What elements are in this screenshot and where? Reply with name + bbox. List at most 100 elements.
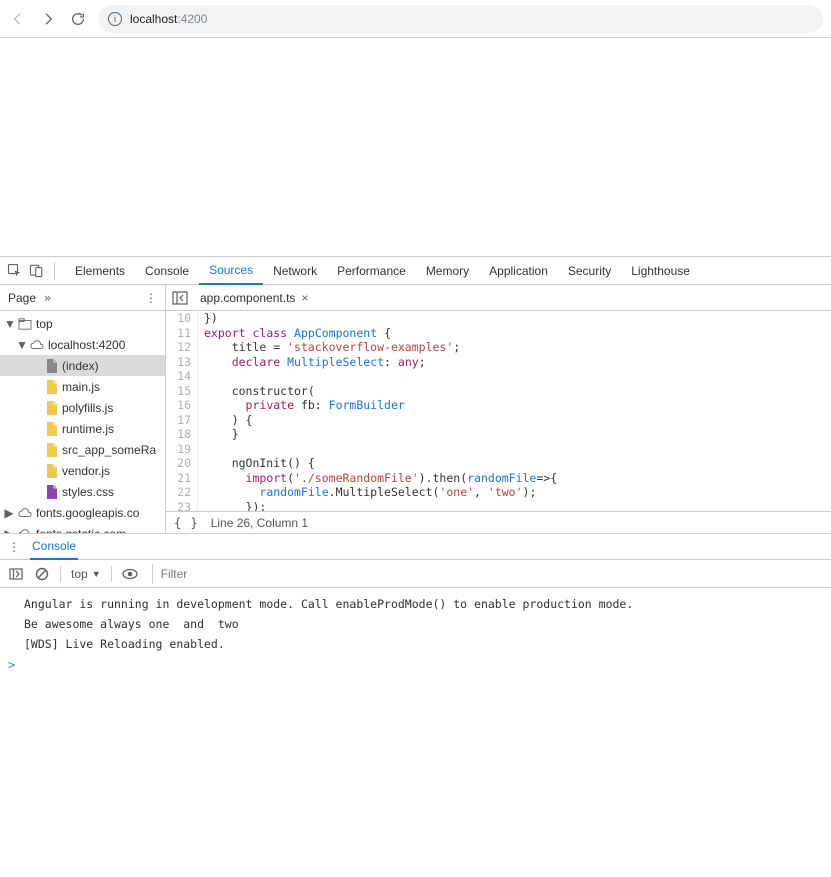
code-line[interactable]: }); [204, 500, 831, 512]
console-message: [WDS] Live Reloading enabled. [24, 634, 823, 654]
tree-file[interactable]: (index) [0, 355, 165, 376]
devtools-tab-security[interactable]: Security [558, 257, 621, 285]
code-line[interactable] [204, 369, 831, 384]
pretty-print-icon[interactable]: { } [174, 516, 199, 530]
editor-tabbar: app.component.ts × [166, 285, 831, 311]
tree-file[interactable]: vendor.js [0, 460, 165, 481]
console-toolbar: top ▼ [0, 560, 831, 588]
devtools-tab-sources[interactable]: Sources [199, 257, 263, 285]
tree-origin-collapsed[interactable]: ▶fonts.gstatic.com [0, 523, 165, 533]
page-content-blank [0, 38, 831, 256]
tree-origin-label: fonts.googleapis.co [36, 506, 139, 520]
editor-filename: app.component.ts [200, 291, 295, 305]
code-line[interactable]: title = 'stackoverflow-examples'; [204, 340, 831, 355]
sources-body: Page » ⋮ ▼ top ▼ localhost:4200 (index) m… [0, 285, 831, 533]
console-filter-input[interactable] [152, 564, 823, 584]
code-line[interactable]: constructor( [204, 384, 831, 399]
site-info-icon[interactable]: i [108, 12, 122, 26]
css-file-icon [46, 485, 58, 499]
tree-file-label: runtime.js [62, 422, 114, 436]
console-message: Be awesome always one and two [24, 614, 823, 634]
js-file-icon [46, 380, 58, 394]
tree-file[interactable]: styles.css [0, 481, 165, 502]
line-gutter: 10111213141516171819202122232425 [166, 311, 198, 511]
code-line[interactable]: private fb: FormBuilder [204, 398, 831, 413]
navigator-overflow[interactable]: » [44, 291, 51, 305]
close-tab-icon[interactable]: × [301, 291, 308, 305]
console-output: Angular is running in development mode. … [0, 588, 831, 656]
tree-origin[interactable]: ▼ localhost:4200 [0, 334, 165, 355]
code-line[interactable]: randomFile.MultipleSelect('one', 'two'); [204, 485, 831, 500]
js-file-icon [46, 422, 58, 436]
code-area[interactable]: })export class AppComponent { title = 's… [198, 311, 831, 511]
devtools-tabs: ElementsConsoleSourcesNetworkPerformance… [65, 257, 700, 285]
devtools-tabbar: ElementsConsoleSourcesNetworkPerformance… [0, 257, 831, 285]
devtools-tab-performance[interactable]: Performance [327, 257, 416, 285]
console-message: Angular is running in development mode. … [24, 594, 823, 614]
code-line[interactable]: import('./someRandomFile').then(randomFi… [204, 471, 831, 486]
devtools-tab-console[interactable]: Console [135, 257, 199, 285]
drawer-tabbar: ⋮ Console [0, 534, 831, 560]
reload-button[interactable] [68, 9, 88, 29]
navigator-tab-label[interactable]: Page [8, 291, 36, 305]
tree-file-label: (index) [62, 359, 99, 373]
forward-button[interactable] [38, 9, 58, 29]
js-file-icon [46, 464, 58, 478]
code-line[interactable]: declare MultipleSelect: any; [204, 355, 831, 370]
address-bar[interactable]: i localhost:4200 [98, 5, 823, 33]
devtools-tab-elements[interactable]: Elements [65, 257, 135, 285]
console-sidebar-toggle-icon[interactable] [8, 566, 24, 582]
cloud-icon [18, 507, 32, 519]
tree-file[interactable]: main.js [0, 376, 165, 397]
tree-origin-label: localhost:4200 [48, 338, 125, 352]
inspect-icon[interactable] [6, 263, 22, 279]
doc-file-icon [46, 359, 58, 373]
back-button[interactable] [8, 9, 28, 29]
devtools-tab-application[interactable]: Application [479, 257, 558, 285]
tree-file[interactable]: src_app_someRa [0, 439, 165, 460]
code-line[interactable] [204, 442, 831, 457]
console-prompt-symbol: > [8, 658, 15, 672]
tree-top[interactable]: ▼ top [0, 313, 165, 334]
sources-navigator: Page » ⋮ ▼ top ▼ localhost:4200 (index) m… [0, 285, 166, 533]
url-port: :4200 [177, 12, 207, 26]
tree-file-label: vendor.js [62, 464, 110, 478]
editor-column: app.component.ts × 101112131415161718192… [166, 285, 831, 533]
console-prompt[interactable]: > [0, 656, 831, 678]
tree-file-label: main.js [62, 380, 100, 394]
devtools-tab-memory[interactable]: Memory [416, 257, 479, 285]
devtools-tab-lighthouse[interactable]: Lighthouse [621, 257, 700, 285]
console-drawer: ⋮ Console top ▼ Angular is running in de… [0, 533, 831, 678]
editor-file-tab[interactable]: app.component.ts × [196, 285, 312, 311]
code-line[interactable]: } [204, 427, 831, 442]
console-context-label: top [71, 567, 88, 581]
code-editor[interactable]: 10111213141516171819202122232425 })expor… [166, 311, 831, 511]
code-line[interactable]: export class AppComponent { [204, 326, 831, 341]
cursor-position: Line 26, Column 1 [211, 516, 308, 530]
tree-file[interactable]: runtime.js [0, 418, 165, 439]
tree-file[interactable]: polyfills.js [0, 397, 165, 418]
devtools-panel: ElementsConsoleSourcesNetworkPerformance… [0, 256, 831, 678]
editor-status-bar: { } Line 26, Column 1 [166, 511, 831, 533]
navigator-more-icon[interactable]: ⋮ [145, 291, 157, 305]
drawer-more-icon[interactable]: ⋮ [8, 540, 20, 554]
console-context-selector[interactable]: top ▼ [71, 567, 101, 581]
clear-console-icon[interactable] [34, 566, 50, 582]
browser-toolbar: i localhost:4200 [0, 0, 831, 38]
code-line[interactable]: ngOnInit() { [204, 456, 831, 471]
device-toggle-icon[interactable] [28, 263, 44, 279]
js-file-icon [46, 443, 58, 457]
tree-top-label: top [36, 317, 53, 331]
live-expression-icon[interactable] [122, 566, 138, 582]
tree-origin-collapsed[interactable]: ▶fonts.googleapis.co [0, 502, 165, 523]
js-file-icon [46, 401, 58, 415]
code-line[interactable]: ) { [204, 413, 831, 428]
tree-file-label: styles.css [62, 485, 114, 499]
toggle-navigator-icon[interactable] [172, 291, 188, 305]
drawer-tab-console[interactable]: Console [30, 534, 78, 560]
tree-file-label: src_app_someRa [62, 443, 156, 457]
code-line[interactable]: }) [204, 311, 831, 326]
navigator-header: Page » ⋮ [0, 285, 165, 311]
devtools-tab-network[interactable]: Network [263, 257, 327, 285]
tree-file-label: polyfills.js [62, 401, 113, 415]
